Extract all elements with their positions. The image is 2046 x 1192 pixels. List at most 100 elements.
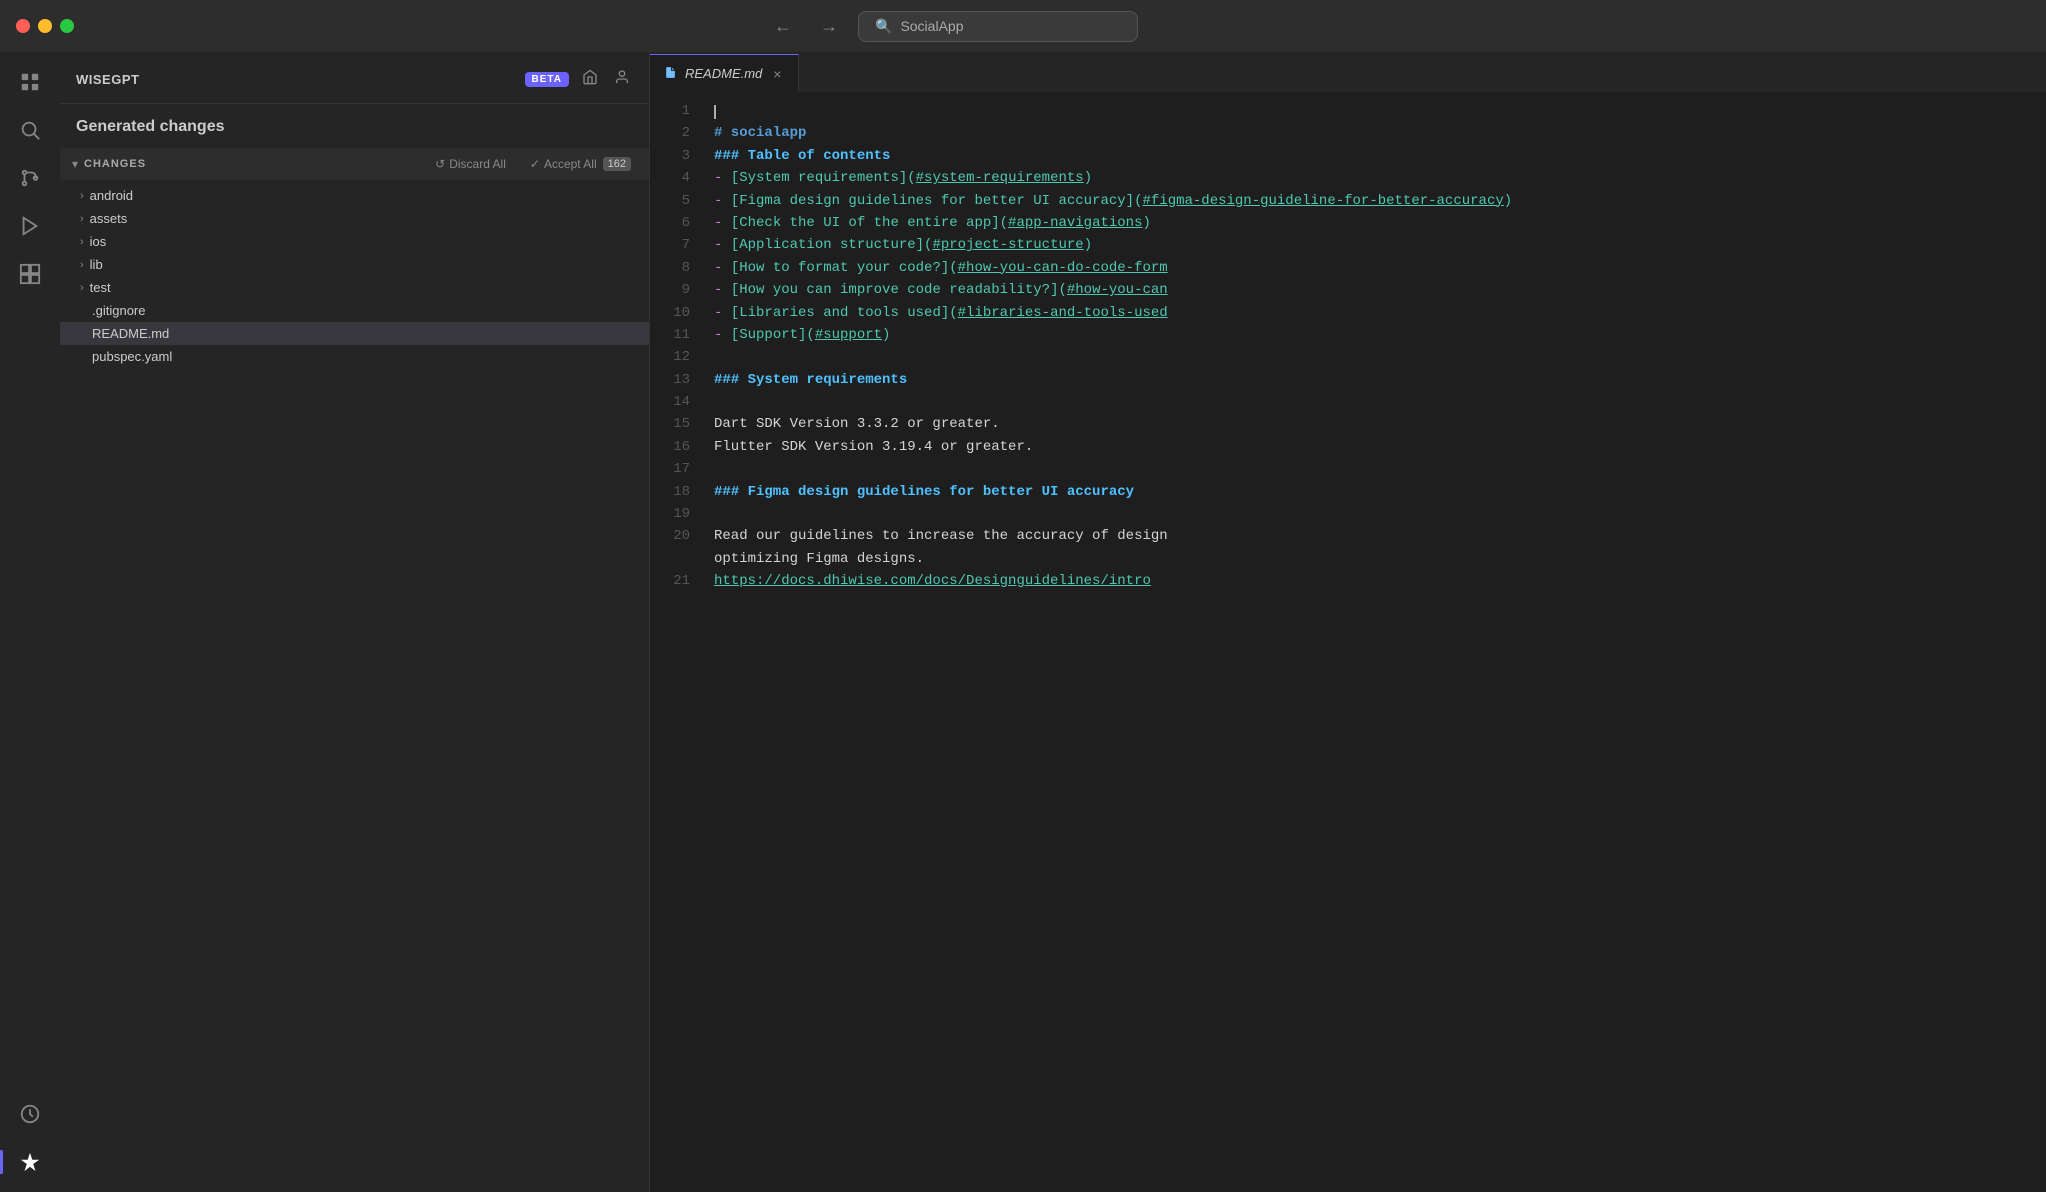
activity-bar — [0, 52, 60, 1192]
line-number-5: 5 — [650, 190, 706, 212]
line-content-13: ### System requirements — [706, 369, 2046, 391]
code-line-21: 21 https://docs.dhiwise.com/docs/Designg… — [650, 570, 2046, 592]
line-content-10: - [Libraries and tools used](#libraries-… — [706, 302, 2046, 324]
search-icon: 🔍 — [875, 18, 892, 35]
pubspec-filename: pubspec.yaml — [92, 349, 172, 364]
line-number-8: 8 — [650, 257, 706, 279]
code-line-1: 1 — [650, 100, 2046, 122]
source-control-icon[interactable] — [8, 156, 52, 200]
back-button[interactable]: ← — [766, 12, 800, 41]
line-content-4: - [System requirements](#system-requirem… — [706, 167, 2046, 189]
line-content-16: Flutter SDK Version 3.19.4 or greater. — [706, 436, 2046, 458]
tab-close-button[interactable]: × — [770, 66, 784, 82]
lib-chevron-icon: › — [80, 259, 84, 271]
file-readme[interactable]: README.md — [60, 322, 649, 345]
code-line-17: 17 — [650, 458, 2046, 480]
folder-assets[interactable]: › assets — [60, 207, 649, 230]
file-pubspec[interactable]: pubspec.yaml — [60, 345, 649, 368]
maximize-button[interactable] — [60, 19, 74, 33]
line-content-17 — [706, 458, 2046, 480]
test-chevron-icon: › — [80, 282, 84, 294]
forward-button[interactable]: → — [812, 12, 846, 41]
gitignore-filename: .gitignore — [92, 303, 145, 318]
titlebar: ← → 🔍 SocialApp — [0, 0, 2046, 52]
minimize-button[interactable] — [38, 19, 52, 33]
discard-all-button[interactable]: ↺ Discard All — [429, 154, 512, 174]
sidebar-title: WISEGPT — [76, 72, 139, 87]
search-activity-icon[interactable] — [8, 108, 52, 152]
code-line-14: 14 — [650, 391, 2046, 413]
line-content-21: https://docs.dhiwise.com/docs/Designguid… — [706, 570, 2046, 592]
readme-filename: README.md — [92, 326, 169, 341]
changes-label: CHANGES — [84, 158, 146, 170]
search-text: SocialApp — [900, 18, 963, 34]
line-number-10: 10 — [650, 302, 706, 324]
sidebar-header: WISEGPT BETA — [60, 52, 649, 104]
navigation: ← → 🔍 SocialApp — [766, 11, 1138, 42]
wisegpt-icon[interactable] — [8, 1140, 52, 1184]
line-content-20: Read our guidelines to increase the accu… — [706, 525, 2046, 547]
line-number-14: 14 — [650, 391, 706, 413]
line-number-7: 7 — [650, 234, 706, 256]
main-layout: WISEGPT BETA Generated changes ▾ CHANGES — [0, 52, 2046, 1192]
changes-section: ▾ CHANGES ↺ Discard All ✓ Accept All 162 — [60, 148, 649, 1192]
user-icon[interactable] — [611, 66, 633, 93]
run-icon[interactable] — [8, 204, 52, 248]
code-line-6: 6 - [Check the UI of the entire app](#ap… — [650, 212, 2046, 234]
tab-file-icon — [664, 66, 677, 82]
line-content-7: - [Application structure](#project-struc… — [706, 234, 2046, 256]
folder-lib-label: lib — [90, 257, 103, 272]
line-number-9: 9 — [650, 279, 706, 301]
folder-ios[interactable]: › ios — [60, 230, 649, 253]
sidebar-actions: BETA — [525, 66, 633, 93]
line-number-17: 17 — [650, 458, 706, 480]
beta-badge: BETA — [525, 72, 569, 87]
window-controls — [16, 19, 74, 33]
line-content-20b: optimizing Figma designs. — [706, 548, 2046, 570]
folder-android[interactable]: › android — [60, 184, 649, 207]
close-button[interactable] — [16, 19, 30, 33]
discard-all-label: Discard All — [449, 157, 506, 171]
line-number-13: 13 — [650, 369, 706, 391]
line-number-4: 4 — [650, 167, 706, 189]
code-line-3: 3 ### Table of contents — [650, 145, 2046, 167]
accept-all-button[interactable]: ✓ Accept All 162 — [524, 154, 637, 174]
home-icon[interactable] — [579, 66, 601, 93]
line-number-20: 20 — [650, 525, 706, 547]
line-content-18: ### Figma design guidelines for better U… — [706, 481, 2046, 503]
git-history-icon[interactable] — [8, 1092, 52, 1136]
code-line-18: 18 ### Figma design guidelines for bette… — [650, 481, 2046, 503]
editor-content[interactable]: 1 2 # socialapp 3 ### Table of contents … — [650, 92, 2046, 1192]
readme-tab[interactable]: README.md × — [650, 54, 799, 92]
line-number-18: 18 — [650, 481, 706, 503]
code-line-9: 9 - [How you can improve code readabilit… — [650, 279, 2046, 301]
code-line-2: 2 # socialapp — [650, 122, 2046, 144]
line-content-3: ### Table of contents — [706, 145, 2046, 167]
line-content-15: Dart SDK Version 3.3.2 or greater. — [706, 413, 2046, 435]
tab-filename: README.md — [685, 66, 762, 81]
sidebar: WISEGPT BETA Generated changes ▾ CHANGES — [60, 52, 650, 1192]
accept-icon: ✓ — [530, 157, 540, 171]
folder-lib[interactable]: › lib — [60, 253, 649, 276]
file-gitignore[interactable]: .gitignore — [60, 299, 649, 322]
explorer-icon[interactable] — [8, 60, 52, 104]
folder-test[interactable]: › test — [60, 276, 649, 299]
line-content-5: - [Figma design guidelines for better UI… — [706, 190, 2046, 212]
extensions-icon[interactable] — [8, 252, 52, 296]
generated-changes-title: Generated changes — [60, 104, 649, 148]
line-content-14 — [706, 391, 2046, 413]
folder-assets-label: assets — [90, 211, 128, 226]
search-bar[interactable]: 🔍 SocialApp — [858, 11, 1138, 42]
editor-area: README.md × 1 2 # socialapp 3 ### Table … — [650, 52, 2046, 1192]
folder-ios-label: ios — [90, 234, 107, 249]
line-number-1: 1 — [650, 100, 706, 122]
code-line-8: 8 - [How to format your code?](#how-you-… — [650, 257, 2046, 279]
line-content-9: - [How you can improve code readability?… — [706, 279, 2046, 301]
code-line-19: 19 — [650, 503, 2046, 525]
line-content-8: - [How to format your code?](#how-you-ca… — [706, 257, 2046, 279]
changes-collapse-toggle[interactable]: ▾ CHANGES — [72, 157, 146, 171]
folder-android-label: android — [90, 188, 133, 203]
line-content-11: - [Support](#support) — [706, 324, 2046, 346]
line-content-19 — [706, 503, 2046, 525]
code-line-20b: optimizing Figma designs. — [650, 548, 2046, 570]
